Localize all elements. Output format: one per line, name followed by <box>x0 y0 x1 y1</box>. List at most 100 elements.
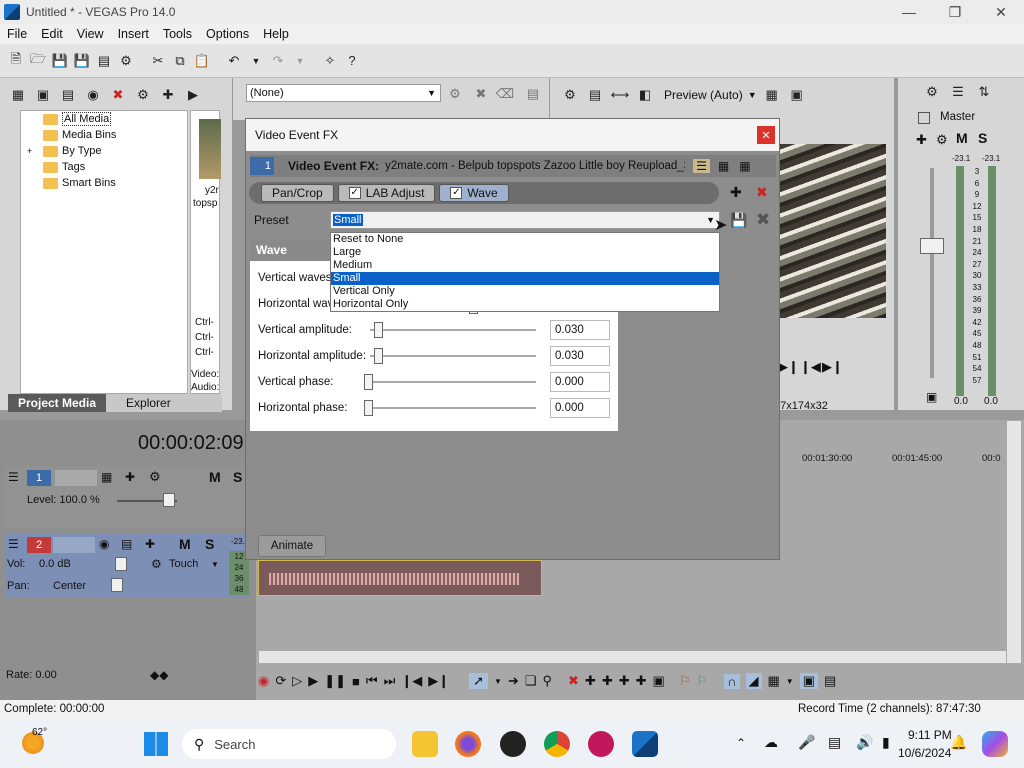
firefox-icon[interactable] <box>455 731 481 757</box>
track-motion-icon[interactable]: ▦ <box>101 470 112 484</box>
dialog-close-button[interactable]: ✕ <box>757 126 775 144</box>
menu-options[interactable]: Options <box>199 27 256 41</box>
horizontal-phase-thumb[interactable] <box>364 400 373 416</box>
animate-button[interactable]: Animate <box>258 535 326 557</box>
marker-icon[interactable]: ⚐ <box>679 673 691 689</box>
taskbar-search[interactable]: ⚲ Search <box>182 729 396 759</box>
grouping-icon[interactable]: ▣ <box>799 673 819 689</box>
fx-paste-icon[interactable]: ▤ <box>523 84 543 104</box>
menu-help[interactable]: Help <box>256 27 296 41</box>
automation-chevron-icon[interactable]: ▼ <box>211 560 219 569</box>
vegas-taskbar-icon[interactable] <box>632 731 658 757</box>
stop-icon[interactable]: ■ <box>352 674 360 689</box>
record-icon[interactable]: ◉ <box>258 673 269 689</box>
checkbox-icon[interactable]: ✓ <box>348 187 361 199</box>
pause-icon[interactable]: ❚❚ <box>324 673 346 689</box>
web-icon[interactable]: ◉ <box>83 85 103 105</box>
track-fx-icon[interactable]: ✚ <box>145 537 155 551</box>
audio-event-clip[interactable] <box>258 560 542 596</box>
tree-item-tags[interactable]: Tags <box>21 159 187 175</box>
automation-mode[interactable]: Touch <box>169 558 198 570</box>
clock-time[interactable]: 9:11 PM <box>908 728 952 742</box>
vertical-amplitude-thumb[interactable] <box>374 322 383 338</box>
track-1-level-thumb[interactable] <box>163 493 175 507</box>
copilot-icon[interactable] <box>982 731 1008 757</box>
vertical-amplitude-input[interactable]: 0.030 <box>550 320 610 340</box>
save-as-icon[interactable]: 💾 <box>72 51 92 71</box>
chain-wave[interactable]: ✓ Wave <box>439 184 509 202</box>
master-solo-button[interactable]: S <box>978 130 987 146</box>
track-2-name-field[interactable] <box>53 537 95 553</box>
tree-item-all-media[interactable]: All Media <box>21 111 187 127</box>
chain-lab-adjust[interactable]: ✓ LAB Adjust <box>337 184 436 202</box>
media-properties-icon[interactable]: ⚙ <box>133 85 153 105</box>
tree-item-media-bins[interactable]: Media Bins <box>21 127 187 143</box>
menu-tools[interactable]: Tools <box>156 27 199 41</box>
media-thumbnail[interactable] <box>199 119 221 179</box>
edit-tool-chevron-icon[interactable]: ▼ <box>494 677 502 686</box>
render-icon[interactable]: ▤ <box>94 51 114 71</box>
lock-envelopes-icon[interactable]: ▣ <box>653 673 665 689</box>
ripple-chevron-icon[interactable]: ▼ <box>786 677 794 686</box>
vertical-phase-input[interactable]: 0.000 <box>550 372 610 392</box>
master-pan-icon[interactable]: ✚ <box>916 132 927 148</box>
menu-file[interactable]: File <box>0 27 34 41</box>
split-tool-icon[interactable]: ✚ <box>636 673 647 689</box>
open-folder-icon[interactable]: 🗁 <box>28 51 48 71</box>
horizontal-amplitude-input[interactable]: 0.030 <box>550 346 610 366</box>
menu-edit[interactable]: Edit <box>34 27 70 41</box>
preset-option-medium[interactable]: Medium <box>331 259 719 272</box>
expand-plus-icon[interactable]: + <box>27 146 37 156</box>
master-settings-icon[interactable]: ⚙ <box>922 82 942 102</box>
tree-item-by-type[interactable]: + By Type <box>21 143 187 159</box>
track-2-solo-button[interactable]: S <box>205 536 214 552</box>
timeline-vscrollbar[interactable] <box>1006 420 1022 664</box>
chain-add-icon[interactable]: ✚ <box>730 184 742 201</box>
copy-icon[interactable]: ⧉ <box>170 51 190 71</box>
track-2-vol-thumb[interactable] <box>115 557 127 571</box>
timeline-ruler[interactable]: 00:01:30:00 00:01:45:00 00:0 <box>780 450 1008 466</box>
horizontal-phase-input[interactable]: 0.000 <box>550 398 610 418</box>
media-get-icon[interactable]: ▤ <box>58 85 78 105</box>
track-1-name-field[interactable] <box>55 470 97 486</box>
maximize-button[interactable]: ❐ <box>932 0 978 24</box>
play-from-start-icon[interactable]: ▷ <box>292 673 302 689</box>
chrome-icon[interactable] <box>544 731 570 757</box>
volume-icon[interactable]: 🔊 <box>856 734 873 751</box>
preview-next-frame-icon[interactable]: ▶❙ <box>778 359 799 375</box>
horizontal-amplitude-slider[interactable] <box>370 355 536 357</box>
preview-chevron-icon[interactable]: ▼ <box>748 90 757 100</box>
preset-option-large[interactable]: Large <box>331 246 719 259</box>
fx-copy-icon[interactable]: ⌫ <box>495 84 515 104</box>
paste-icon[interactable]: 📋 <box>192 51 212 71</box>
tab-explorer[interactable]: Explorer <box>106 396 191 410</box>
save-preset-icon[interactable]: 💾 <box>730 212 747 229</box>
collapse-icon[interactable]: ☰ <box>8 470 19 484</box>
lock-icon[interactable]: ▣ <box>926 390 937 404</box>
envelope-tool-icon[interactable]: ➜ <box>508 673 519 689</box>
track-2-pan-thumb[interactable] <box>111 578 123 592</box>
file-explorer-icon[interactable] <box>412 731 438 757</box>
go-end-icon[interactable]: ⏭ <box>384 673 396 689</box>
rate-slider-icon[interactable]: ◆◆ <box>150 668 168 682</box>
track-1-mute-button[interactable]: M <box>209 469 221 485</box>
play-icon[interactable]: ▶ <box>308 673 318 689</box>
fx-list-view-icon[interactable]: ☰ <box>693 159 710 173</box>
properties-icon[interactable]: ⚙ <box>116 51 136 71</box>
normal-edit-tool-icon[interactable]: ➚ <box>469 673 488 689</box>
horizontal-phase-slider[interactable] <box>370 407 536 409</box>
vertical-phase-slider[interactable] <box>370 381 536 383</box>
battery-icon[interactable]: ▮ <box>882 734 890 751</box>
prev-frame-icon[interactable]: ❙◀ <box>401 673 422 689</box>
preset-option-vertical-only[interactable]: Vertical Only <box>331 285 719 298</box>
preview-props-icon[interactable]: ⚙ <box>560 85 580 105</box>
close-button[interactable]: ✕ <box>978 0 1024 24</box>
remove-media-icon[interactable]: ✖ <box>108 85 128 105</box>
preset-dropdown[interactable]: Small ▼ <box>330 211 720 229</box>
split-icon[interactable]: ⟷ <box>610 85 630 105</box>
fx-selector[interactable]: (None) ▼ <box>246 84 441 102</box>
microphone-icon[interactable]: 🎤 <box>798 734 815 751</box>
cut-icon[interactable]: ✂ <box>148 51 168 71</box>
track-pan-icon[interactable]: ✚ <box>125 470 135 484</box>
input-monitor-icon[interactable]: ▤ <box>121 537 132 551</box>
